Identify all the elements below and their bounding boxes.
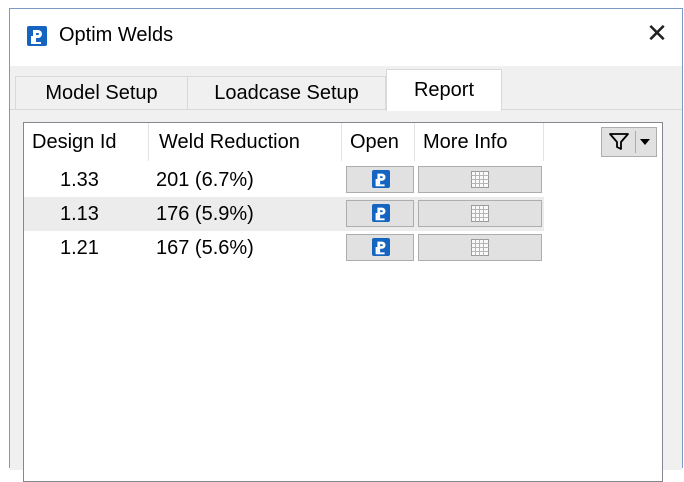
open-design-button[interactable] (346, 166, 414, 193)
funnel-icon (609, 133, 629, 150)
weld-reduction-cell: 176 (5.9%) (156, 203, 254, 225)
weld-reduction-cell: 201 (6.7%) (156, 169, 254, 191)
filter-dropdown-button[interactable] (601, 127, 657, 157)
more-info-button[interactable] (418, 166, 542, 193)
close-icon[interactable]: ✕ (644, 19, 670, 47)
optim-app-icon (372, 238, 390, 256)
optim-app-icon (27, 26, 47, 46)
weld-reduction-cell: 167 (5.6%) (156, 237, 254, 259)
design-id-cell: 1.33 (60, 169, 99, 191)
open-design-button[interactable] (346, 234, 414, 261)
column-header-open[interactable]: Open (342, 123, 415, 161)
grid-icon (471, 171, 489, 188)
more-info-button[interactable] (418, 200, 542, 227)
optim-app-icon (372, 170, 390, 188)
title-bar: Optim Welds ✕ (10, 9, 682, 65)
grid-icon (471, 239, 489, 256)
optim-welds-window: Optim Welds ✕ Model Setup Loadcase Setup… (9, 8, 683, 482)
tab-bar: Model Setup Loadcase Setup Report (10, 66, 682, 111)
report-panel: Design Id Weld Reduction Open More Info … (10, 109, 682, 482)
grid-icon (471, 205, 489, 222)
window-title: Optim Welds (59, 24, 174, 46)
tab-loadcase-setup[interactable]: Loadcase Setup (187, 76, 386, 109)
design-id-cell: 1.13 (60, 203, 99, 225)
results-table: Design Id Weld Reduction Open More Info … (23, 122, 663, 482)
table-row[interactable]: 1.33 201 (6.7%) (24, 163, 544, 197)
table-row[interactable]: 1.21 167 (5.6%) (24, 231, 544, 265)
column-header-design-id[interactable]: Design Id (24, 123, 149, 161)
table-row[interactable]: 1.13 176 (5.9%) (24, 197, 544, 231)
tab-report[interactable]: Report (386, 69, 502, 111)
design-id-cell: 1.21 (60, 237, 99, 259)
filter-separator (635, 131, 636, 153)
open-design-button[interactable] (346, 200, 414, 227)
chevron-down-icon[interactable] (640, 139, 650, 145)
column-header-more-info[interactable]: More Info (415, 123, 544, 161)
optim-app-icon (372, 204, 390, 222)
more-info-button[interactable] (418, 234, 542, 261)
column-header-weld-reduction[interactable]: Weld Reduction (149, 123, 342, 161)
tab-model-setup[interactable]: Model Setup (15, 76, 188, 109)
